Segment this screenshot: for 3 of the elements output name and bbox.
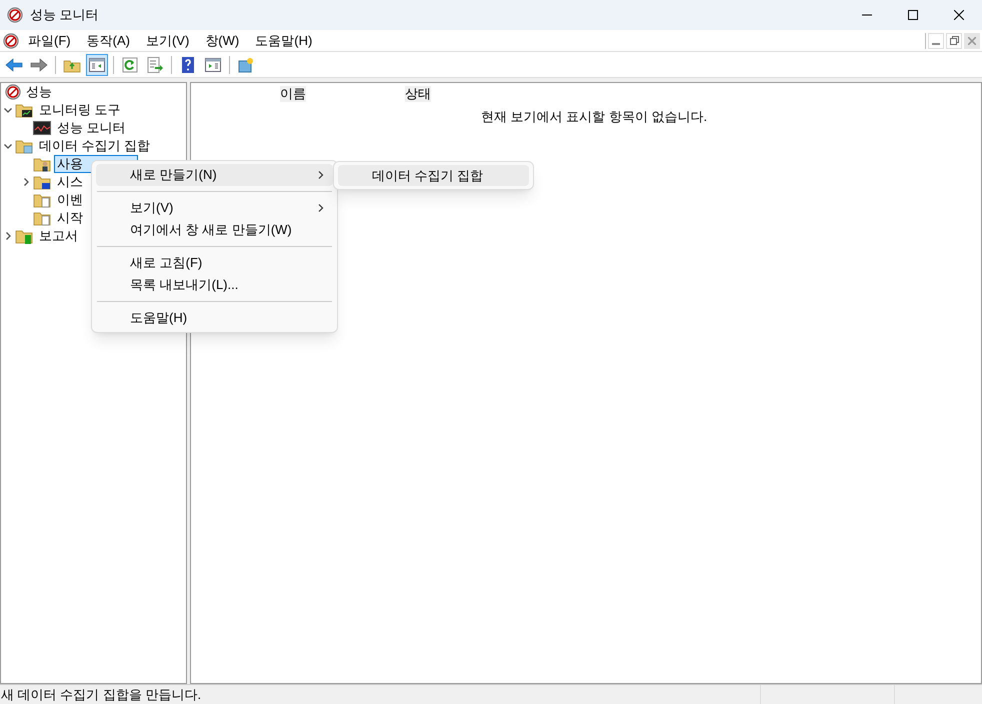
status-text: 새 데이터 수집기 집합을 만듭니다. (0, 686, 202, 704)
empty-message: 현재 보기에서 표시할 항목이 없습니다. (481, 108, 708, 126)
window-title: 성능 모니터 (30, 6, 99, 24)
